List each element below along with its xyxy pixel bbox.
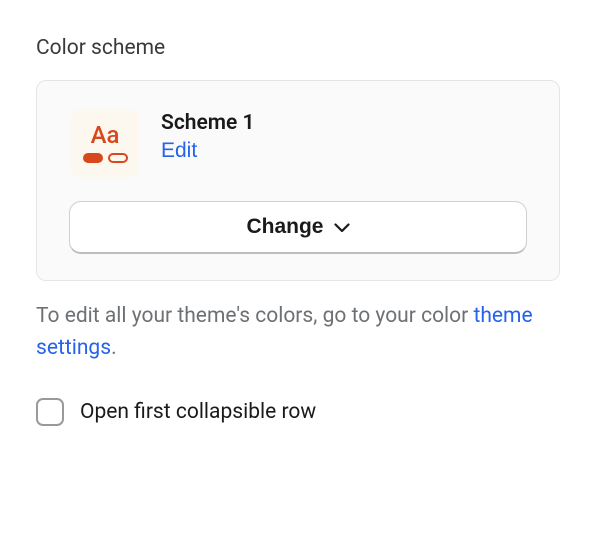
pill-outline-icon xyxy=(108,153,128,163)
change-button[interactable]: Change xyxy=(69,201,527,254)
helper-text-after: . xyxy=(111,336,117,360)
open-first-row-checkbox[interactable] xyxy=(36,398,64,426)
swatch-sample-text: Aa xyxy=(91,123,120,147)
section-title: Color scheme xyxy=(36,36,560,60)
scheme-swatch: Aa xyxy=(71,109,139,177)
swatch-pills xyxy=(83,153,128,163)
scheme-name: Scheme 1 xyxy=(161,111,255,135)
checkbox-row: Open first collapsible row xyxy=(36,398,560,426)
color-scheme-card: Aa Scheme 1 Edit Change xyxy=(36,80,560,281)
scheme-header: Aa Scheme 1 Edit xyxy=(69,109,527,177)
edit-button[interactable]: Edit xyxy=(161,139,255,163)
checkbox-label: Open first collapsible row xyxy=(80,400,316,424)
helper-text-before: To edit all your theme's colors, go to y… xyxy=(36,304,473,328)
scheme-info: Scheme 1 Edit xyxy=(161,109,255,163)
change-button-label: Change xyxy=(246,215,323,239)
chevron-down-icon xyxy=(334,215,350,239)
pill-filled-icon xyxy=(83,153,103,163)
helper-text: To edit all your theme's colors, go to y… xyxy=(36,301,560,364)
